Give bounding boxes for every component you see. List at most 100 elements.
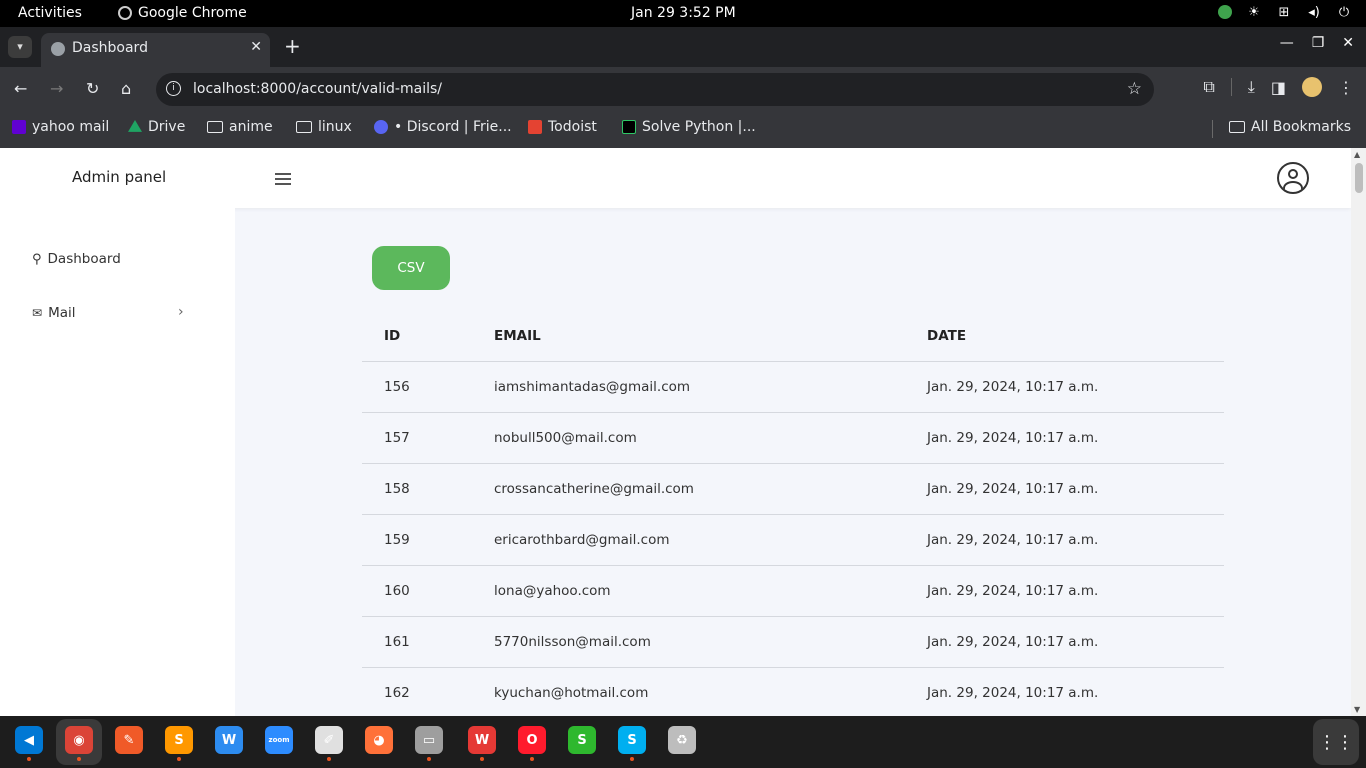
brightness-icon[interactable]: ☀	[1246, 4, 1262, 20]
more-menu-icon[interactable]: ⋮	[1338, 78, 1354, 97]
bookmark-label: Todoist	[548, 119, 597, 135]
bookmark-label: yahoo mail	[32, 119, 110, 135]
side-panel-icon[interactable]: ◨	[1271, 78, 1286, 97]
toolbar-divider	[1230, 78, 1232, 96]
sidebar-item-dashboard[interactable]: ⚲ Dashboard	[32, 251, 121, 267]
sidebar-item-label: Dashboard	[47, 251, 121, 267]
text-editor-icon[interactable]: ✐	[315, 726, 343, 761]
main-content: CSV ID EMAIL DATE 156 iamshimantadas@gma…	[235, 208, 1351, 716]
tab-title: Dashboard	[72, 40, 148, 56]
update-icon[interactable]	[1218, 5, 1232, 19]
all-bookmarks-label: All Bookmarks	[1251, 119, 1352, 135]
brand-title[interactable]: Admin panel	[72, 168, 166, 186]
close-tab-icon[interactable]: ✕	[250, 39, 262, 55]
table-row: 158 crossancatherine@gmail.com Jan. 29, …	[362, 464, 1224, 515]
todoist-icon	[528, 120, 542, 134]
system-top-bar: Activities Google Chrome Jan 29 3:52 PM …	[0, 0, 1366, 27]
table-row: 159 ericarothbard@gmail.com Jan. 29, 202…	[362, 515, 1224, 566]
cell-id: 156	[384, 379, 410, 395]
cell-date: Jan. 29, 2024, 10:17 a.m.	[927, 481, 1099, 497]
firefox-icon[interactable]: ◕	[365, 726, 393, 754]
spreadsheet-icon[interactable]: S	[568, 726, 596, 754]
hamburger-menu-icon[interactable]	[275, 173, 291, 188]
home-icon[interactable]: ⌂	[121, 79, 131, 98]
show-apps-icon[interactable]: ⋮⋮	[1313, 719, 1359, 765]
running-indicator	[480, 757, 484, 761]
tab-dashboard[interactable]: Dashboard ✕	[41, 33, 270, 67]
close-window-icon[interactable]: ✕	[1342, 35, 1354, 51]
back-icon[interactable]: ←	[14, 79, 27, 98]
app-menu[interactable]: Google Chrome	[118, 5, 247, 21]
bookmark-folder-anime[interactable]: anime	[207, 119, 273, 135]
maximize-icon[interactable]: ❐	[1312, 35, 1325, 51]
system-tray[interactable]: ☀ ⊞ ◂) ⏻	[1218, 4, 1352, 20]
sublime-icon[interactable]: S	[165, 726, 193, 761]
clock[interactable]: Jan 29 3:52 PM	[631, 5, 736, 21]
brush-icon[interactable]: ✎	[115, 726, 143, 754]
cell-id: 160	[384, 583, 410, 599]
extensions-icon[interactable]: ⧉	[1203, 77, 1214, 97]
cell-id: 157	[384, 430, 410, 446]
all-bookmarks-button[interactable]: All Bookmarks	[1229, 119, 1351, 135]
bookmark-star-icon[interactable]: ☆	[1127, 79, 1142, 99]
zoom-icon[interactable]: zoom	[265, 726, 293, 754]
bookmark-folder-linux[interactable]: linux	[296, 119, 352, 135]
scrollbar-thumb[interactable]	[1355, 163, 1363, 193]
power-icon[interactable]: ⏻	[1336, 4, 1352, 20]
volume-icon[interactable]: ◂)	[1306, 4, 1322, 20]
site-info-icon[interactable]: i	[166, 81, 181, 96]
sidebar-item-mail[interactable]: ✉ Mail ›	[32, 304, 184, 321]
csv-export-button[interactable]: CSV	[372, 246, 450, 290]
opera-icon[interactable]: O	[518, 726, 546, 761]
bookmark-discord[interactable]: • Discord | Frie...	[374, 119, 512, 135]
network-icon[interactable]: ⊞	[1276, 4, 1292, 20]
trash-icon[interactable]: ♻	[668, 726, 696, 754]
cell-id: 162	[384, 685, 410, 701]
bookmark-label: • Discord | Frie...	[394, 119, 512, 135]
scroll-up-icon[interactable]: ▲	[1354, 150, 1360, 159]
activities-button[interactable]: Activities	[18, 5, 82, 21]
bookmark-yahoo-mail[interactable]: yahoo mail	[12, 119, 109, 135]
bookmark-solve-python[interactable]: Solve Python |...	[622, 119, 756, 135]
cell-date: Jan. 29, 2024, 10:17 a.m.	[927, 685, 1099, 701]
wps-office-icon[interactable]: W	[468, 726, 496, 761]
column-header-date: DATE	[927, 328, 967, 344]
page-scrollbar[interactable]: ▲ ▼	[1351, 148, 1366, 716]
wps-writer-icon[interactable]: W	[215, 726, 243, 754]
files-icon[interactable]: ▭	[415, 726, 443, 761]
valid-mails-table: ID EMAIL DATE 156 iamshimantadas@gmail.c…	[362, 311, 1224, 716]
user-avatar-icon[interactable]	[1277, 162, 1309, 194]
skype-icon[interactable]: S	[618, 726, 646, 761]
forward-icon[interactable]: →	[50, 79, 63, 98]
bookmark-drive[interactable]: Drive	[128, 119, 185, 135]
url-text[interactable]: localhost:8000/account/valid-mails/	[193, 81, 442, 97]
profile-avatar-icon[interactable]	[1302, 77, 1322, 97]
tab-search-button[interactable]: ▾	[8, 36, 32, 58]
folder-icon	[1229, 121, 1245, 133]
running-indicator	[530, 757, 534, 761]
column-header-email: EMAIL	[494, 328, 541, 344]
yahoo-icon	[12, 120, 26, 134]
cell-email: ericarothbard@gmail.com	[494, 532, 670, 548]
scroll-down-icon[interactable]: ▼	[1354, 705, 1360, 714]
download-icon[interactable]: ⤓	[1248, 77, 1255, 97]
chrome-icon[interactable]: ◉	[65, 726, 93, 761]
cell-date: Jan. 29, 2024, 10:17 a.m.	[927, 379, 1099, 395]
toolbar-actions: ⧉ ⤓ ◨ ⋮	[1203, 77, 1354, 97]
bookmark-todoist[interactable]: Todoist	[528, 119, 597, 135]
address-bar[interactable]: i localhost:8000/account/valid-mails/ ☆	[156, 73, 1154, 106]
column-header-id: ID	[384, 328, 401, 344]
page-header: Admin panel	[0, 148, 1351, 208]
chevron-down-icon: ▾	[17, 40, 23, 53]
cell-date: Jan. 29, 2024, 10:17 a.m.	[927, 634, 1099, 650]
table-row: 160 lona@yahoo.com Jan. 29, 2024, 10:17 …	[362, 566, 1224, 617]
new-tab-button[interactable]: +	[284, 34, 301, 58]
reload-icon[interactable]: ↻	[86, 79, 99, 98]
minimize-icon[interactable]: —	[1280, 35, 1294, 51]
running-indicator	[77, 757, 81, 761]
folder-icon	[296, 121, 312, 133]
cell-email: kyuchan@hotmail.com	[494, 685, 649, 701]
navigation-bar: ← → ↻ ⌂ i localhost:8000/account/valid-m…	[0, 67, 1366, 111]
vscode-icon[interactable]: ◀	[15, 726, 43, 761]
table-row: 162 kyuchan@hotmail.com Jan. 29, 2024, 1…	[362, 668, 1224, 716]
